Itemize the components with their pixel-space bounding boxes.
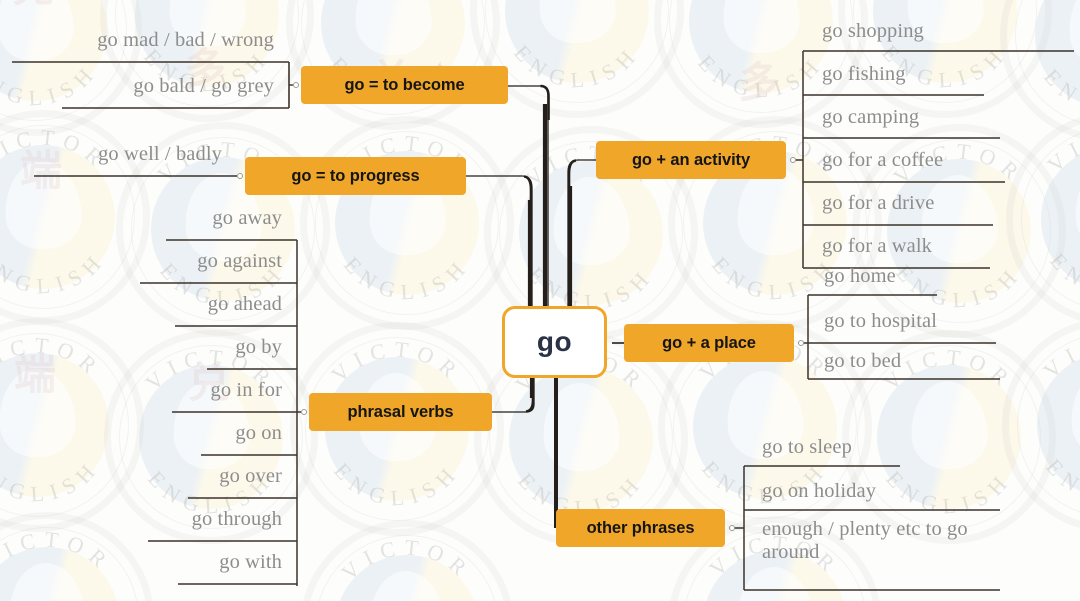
leaf-go-bald-go-grey: go bald / go grey: [133, 75, 274, 97]
leaf-go-camping: go camping: [822, 106, 920, 128]
branch-a-place[interactable]: go + a place: [624, 324, 794, 362]
branch-label: other phrases: [586, 518, 695, 537]
leaf-go-to-bed: go to bed: [824, 350, 902, 372]
branch-label: go = to progress: [291, 166, 420, 185]
leaf-go-in-for: go in for: [210, 379, 282, 401]
branch-to-progress[interactable]: go = to progress: [245, 157, 466, 195]
leaf-go-for-a-coffee: go for a coffee: [822, 149, 944, 171]
leaf-go-home: go home: [824, 265, 896, 287]
center-node-label: go: [536, 326, 573, 357]
leaf-go-fishing: go fishing: [822, 63, 906, 85]
leaf-go-with: go with: [219, 551, 282, 573]
mindmap-canvas: VICTOR ENGLISH 兑 VICTOR ENGLISH 多 VICTOR…: [0, 0, 1080, 601]
leaf-go-on: go on: [235, 422, 282, 444]
branch-label: go = to become: [344, 75, 465, 94]
leaf-enough-plenty-to-go-around: enough / plenty etc to go around: [762, 518, 968, 564]
branch-an-activity[interactable]: go + an activity: [596, 141, 786, 179]
leaf-go-to-sleep: go to sleep: [762, 436, 852, 458]
branch-other-phrases[interactable]: other phrases: [556, 509, 725, 547]
leaf-go-ahead: go ahead: [207, 293, 282, 315]
connector-dot-an-activity: [790, 157, 796, 163]
leaf-go-mad-bad-wrong: go mad / bad / wrong: [97, 29, 274, 51]
leaf-go-over: go over: [219, 465, 282, 487]
leaf-go-to-hospital: go to hospital: [824, 310, 938, 332]
connector-dot-other-phrases: [729, 525, 735, 531]
leaf-go-on-holiday: go on holiday: [762, 480, 877, 502]
leaf-go-for-a-walk: go for a walk: [822, 235, 933, 257]
node-layer: go = to become go mad / bad / wrong go b…: [0, 0, 1080, 601]
leaf-go-well-badly: go well / badly: [98, 143, 222, 165]
branch-to-become[interactable]: go = to become: [301, 66, 508, 104]
branch-label: go + an activity: [631, 150, 751, 169]
leaf-go-through: go through: [191, 508, 282, 530]
leaf-go-by: go by: [235, 336, 282, 358]
leaf-go-away: go away: [212, 207, 282, 229]
connector-dot-to-become: [293, 82, 299, 88]
leaf-go-against: go against: [197, 250, 282, 272]
center-node-go[interactable]: go: [502, 306, 607, 378]
branch-label: phrasal verbs: [347, 402, 454, 421]
branch-label: go + a place: [662, 333, 756, 352]
leaf-go-shopping: go shopping: [822, 20, 924, 42]
connector-dot-to-progress: [237, 173, 243, 179]
branch-phrasal-verbs[interactable]: phrasal verbs: [309, 393, 492, 431]
connector-dot-phrasal-verbs: [301, 409, 307, 415]
connector-dot-a-place: [798, 340, 804, 346]
leaf-go-for-a-drive: go for a drive: [822, 192, 935, 214]
